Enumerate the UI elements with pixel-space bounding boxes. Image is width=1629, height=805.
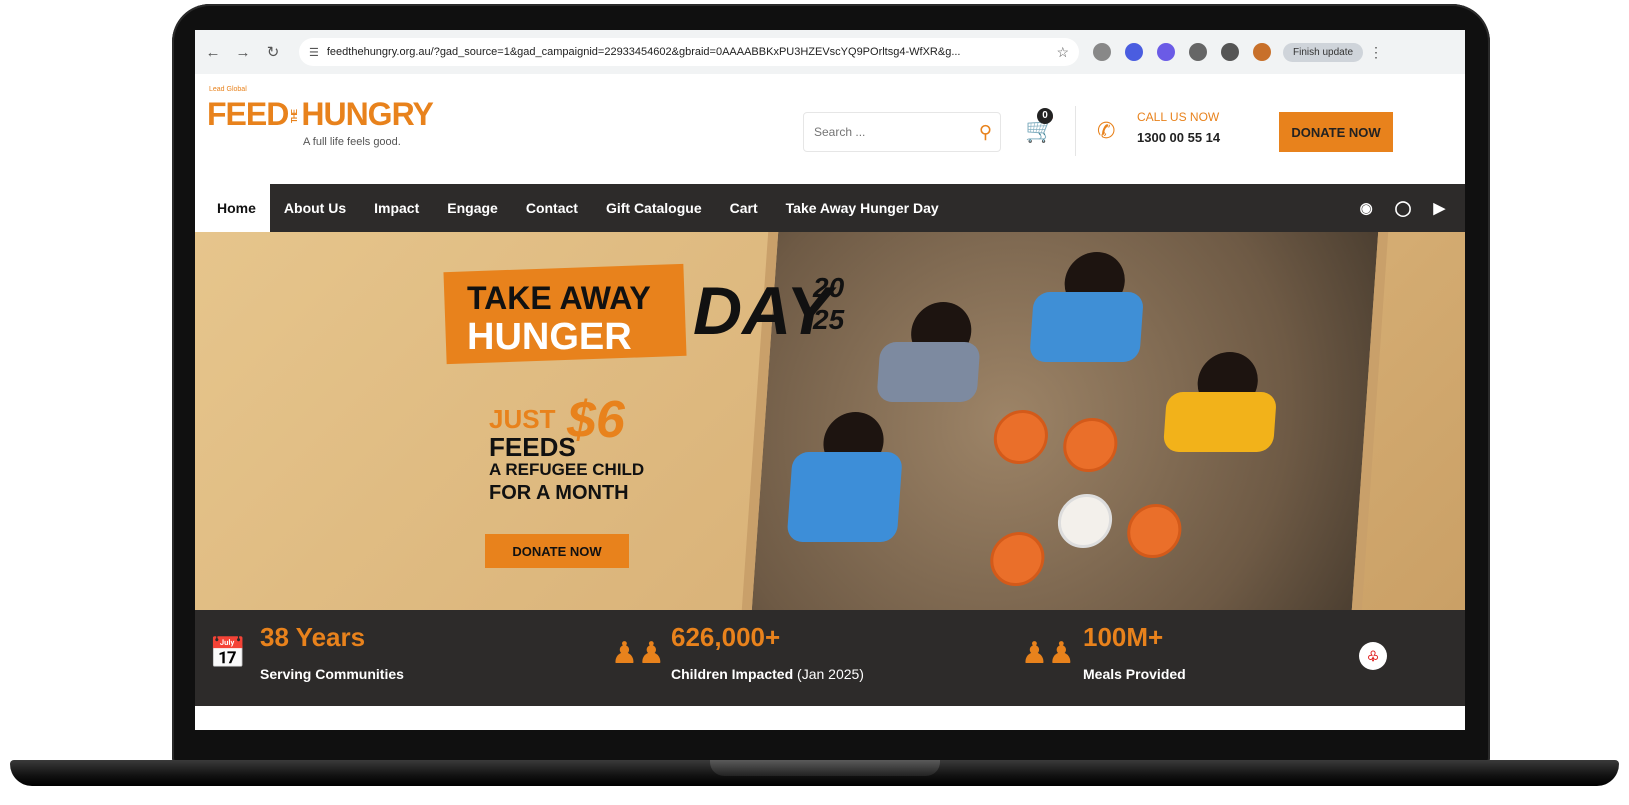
- logo-feed: FEED: [207, 96, 289, 132]
- nav-item-about-us[interactable]: About Us: [270, 184, 360, 232]
- facebook-icon[interactable]: ◉: [1360, 199, 1373, 217]
- forward-icon[interactable]: →: [231, 44, 255, 61]
- stat-meals-label: Meals Provided: [1083, 666, 1186, 682]
- food-plate: [988, 532, 1047, 586]
- child-shirt: [786, 452, 903, 542]
- hero-feeds-text: FEEDS: [489, 432, 576, 462]
- child-shirt: [1029, 292, 1145, 362]
- meal-sharing-icon: ♟♟: [1021, 637, 1075, 670]
- search-icon[interactable]: ⚲: [979, 122, 992, 143]
- logo-org-text: Lead Global: [209, 86, 247, 93]
- phone-icon: ✆: [1097, 118, 1116, 143]
- reload-icon[interactable]: ↻: [261, 43, 285, 61]
- stat-children-value: 626,000+: [671, 622, 781, 652]
- donate-now-hero-button[interactable]: DONATE NOW: [485, 534, 629, 568]
- hero-banner: TAKE AWAY HUNGER DAY 20 25 JUST $6 FEEDS…: [195, 232, 1465, 610]
- laptop-notch: [710, 760, 940, 776]
- nav-item-gift-catalogue[interactable]: Gift Catalogue: [592, 184, 716, 232]
- calendar-icon: 📅: [209, 637, 247, 670]
- url-text[interactable]: feedthehungry.org.au/?gad_source=1&gad_c…: [327, 46, 1051, 58]
- food-plate: [1125, 504, 1184, 558]
- impact-stats-bar: 📅 38 Years Serving Communities ♟♟ 626,00…: [195, 610, 1465, 706]
- search-box: ⚲: [803, 112, 1001, 152]
- profile-avatar-icon[interactable]: [1253, 43, 1271, 61]
- extension-blue-icon[interactable]: [1125, 43, 1143, 61]
- stat-children-label: Children Impacted (Jan 2025): [671, 666, 864, 682]
- nav-item-cart[interactable]: Cart: [716, 184, 772, 232]
- back-icon[interactable]: ←: [201, 44, 225, 61]
- logo-the: THE: [290, 110, 300, 124]
- hero-year-bottom: 25: [813, 304, 845, 335]
- extensions-puzzle-icon[interactable]: [1189, 43, 1207, 61]
- food-plate: [1061, 418, 1120, 472]
- laptop-screen: ← → ↻ ☰ feedthehungry.org.au/?gad_source…: [195, 30, 1465, 730]
- hero-just-text: JUST: [489, 404, 556, 434]
- stat-meals-value: 100M+: [1083, 622, 1164, 652]
- site-header: Lead Global FEED THEHUNGRY A full life fe…: [195, 74, 1465, 184]
- hero-year-top: 20: [813, 272, 845, 303]
- download-icon[interactable]: [1221, 43, 1239, 61]
- call-us-number[interactable]: 1300 00 55 14: [1137, 130, 1220, 145]
- main-nav: Home About Us Impact Engage Contact Gift…: [203, 184, 1465, 232]
- donate-now-header-button[interactable]: DONATE NOW: [1279, 112, 1393, 152]
- stat-years-value: 38 Years: [260, 622, 366, 652]
- nav-item-contact[interactable]: Contact: [512, 184, 592, 232]
- nav-item-home[interactable]: Home: [203, 184, 270, 232]
- address-bar[interactable]: ☰ feedthehungry.org.au/?gad_source=1&gad…: [299, 38, 1079, 66]
- header-divider: [1075, 106, 1076, 156]
- stat-years-label: Serving Communities: [260, 666, 404, 682]
- stat-children-label-text: Children Impacted: [671, 666, 794, 682]
- child-shirt: [876, 342, 981, 402]
- hero-title-line2: HUNGER: [467, 316, 632, 358]
- bookmark-star-icon[interactable]: ☆: [1056, 44, 1069, 61]
- menu-kebab-icon[interactable]: ⋮: [1369, 44, 1383, 61]
- cart-count-badge: 0: [1037, 108, 1053, 124]
- site-info-icon[interactable]: ☰: [309, 46, 319, 59]
- nav-item-engage[interactable]: Engage: [433, 184, 512, 232]
- camera-extension-icon[interactable]: [1093, 43, 1111, 61]
- stat-meals-label-text: Meals Provided: [1083, 666, 1186, 682]
- pdf-icon[interactable]: ♧: [1359, 642, 1387, 670]
- browser-toolbar: ← → ↻ ☰ feedthehungry.org.au/?gad_source…: [195, 30, 1465, 74]
- search-input[interactable]: [812, 124, 979, 140]
- call-us-label: CALL US NOW: [1137, 110, 1220, 124]
- nav-item-impact[interactable]: Impact: [360, 184, 433, 232]
- stat-children-sub: (Jan 2025): [793, 666, 864, 682]
- extension-purple-icon[interactable]: [1157, 43, 1175, 61]
- hero-title-year: 20 25: [813, 272, 844, 336]
- instagram-icon[interactable]: ◯: [1395, 199, 1412, 217]
- child-shirt: [1162, 392, 1278, 452]
- people-group-icon: ♟♟: [611, 637, 665, 670]
- food-plate: [1056, 494, 1114, 548]
- logo-hungry: HUNGRY: [301, 96, 433, 132]
- youtube-icon[interactable]: ▶: [1433, 199, 1445, 217]
- site-logo[interactable]: FEED THEHUNGRY: [207, 96, 434, 133]
- hero-title-day: DAY: [693, 273, 832, 349]
- hero-refugee-line: A REFUGEE CHILD: [489, 460, 645, 479]
- social-links: ◉ ◯ ▶: [1360, 199, 1465, 217]
- logo-tagline: A full life feels good.: [303, 136, 401, 148]
- finish-update-button[interactable]: Finish update: [1283, 42, 1364, 62]
- hero-month-line: FOR A MONTH: [489, 482, 629, 504]
- food-plate: [991, 410, 1050, 464]
- hero-title-line1: TAKE AWAY: [467, 280, 651, 316]
- stat-years-label-text: Serving Communities: [260, 666, 404, 682]
- nav-item-take-away-hunger-day[interactable]: Take Away Hunger Day: [772, 184, 953, 232]
